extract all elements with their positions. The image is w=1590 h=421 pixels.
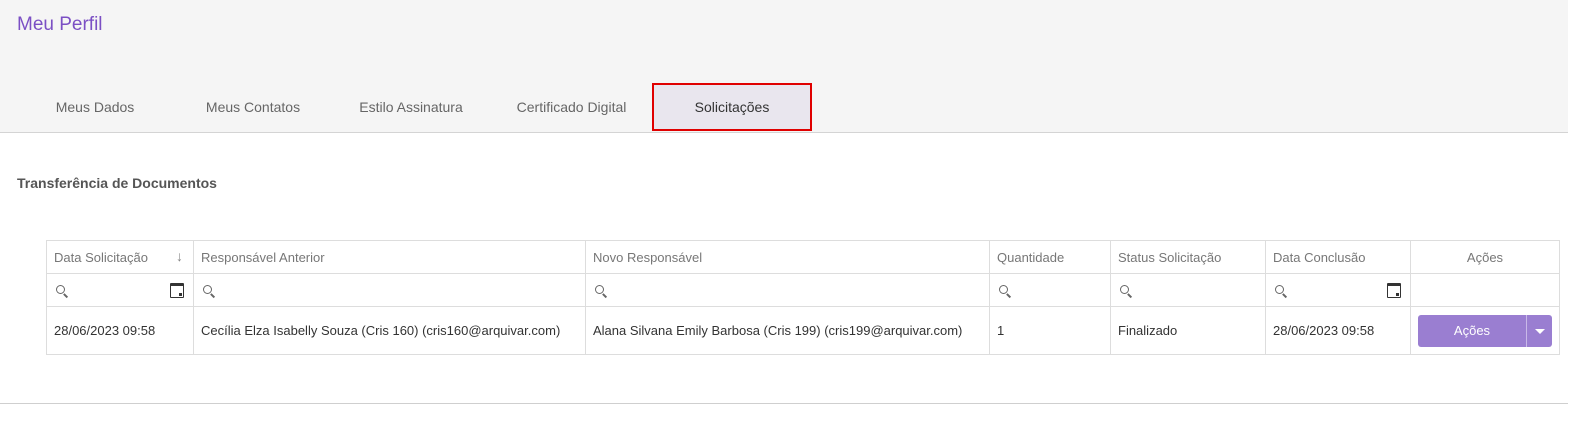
content-panel: Transferência de Documentos Data Solicit… bbox=[0, 133, 1568, 404]
search-icon bbox=[203, 284, 216, 298]
page-title: Meu Perfil bbox=[17, 14, 103, 35]
search-icon bbox=[999, 284, 1012, 298]
caret-down-icon[interactable] bbox=[1526, 314, 1552, 347]
tab-meus-contatos[interactable]: Meus Contatos bbox=[188, 83, 318, 131]
filter-status[interactable] bbox=[1110, 273, 1266, 307]
cell-responsavel-anterior: Cecília Elza Isabelly Souza (Cris 160) (… bbox=[193, 306, 586, 355]
cell-novo-responsavel: Alana Silvana Emily Barbosa (Cris 199) (… bbox=[585, 306, 990, 355]
filter-responsavel-anterior[interactable] bbox=[193, 273, 586, 307]
search-icon bbox=[56, 284, 69, 298]
column-header-quantidade[interactable]: Quantidade bbox=[989, 240, 1111, 274]
calendar-icon[interactable] bbox=[1387, 283, 1401, 298]
filter-data-solicitacao[interactable] bbox=[46, 273, 194, 307]
column-header-data-solicitacao[interactable]: Data Solicitação ↓ bbox=[46, 240, 194, 274]
calendar-icon[interactable] bbox=[170, 283, 184, 298]
column-label: Data Solicitação bbox=[54, 249, 148, 265]
section-title: Transferência de Documentos bbox=[17, 175, 217, 191]
column-header-novo-responsavel[interactable]: Novo Responsável bbox=[585, 240, 990, 274]
tab-certificado-digital[interactable]: Certificado Digital bbox=[505, 83, 638, 131]
search-icon bbox=[1275, 284, 1288, 298]
filter-quantidade[interactable] bbox=[989, 273, 1111, 307]
column-header-status[interactable]: Status Solicitação bbox=[1110, 240, 1266, 274]
tab-meus-dados[interactable]: Meus Dados bbox=[30, 83, 160, 131]
cell-data-conclusao: 28/06/2023 09:58 bbox=[1265, 306, 1411, 355]
column-header-acoes: Ações bbox=[1410, 240, 1560, 274]
actions-button-group: Ações bbox=[1418, 314, 1552, 347]
column-header-responsavel-anterior[interactable]: Responsável Anterior bbox=[193, 240, 586, 274]
requests-table: Data Solicitação ↓ Responsável Anterior … bbox=[46, 240, 1560, 355]
table-row[interactable]: 28/06/2023 09:58 Cecília Elza Isabelly S… bbox=[46, 306, 1560, 355]
search-icon bbox=[1120, 284, 1133, 298]
table-header-row: Data Solicitação ↓ Responsável Anterior … bbox=[46, 240, 1560, 274]
cell-quantidade: 1 bbox=[989, 306, 1111, 355]
cell-status: Finalizado bbox=[1110, 306, 1266, 355]
cell-data-solicitacao: 28/06/2023 09:58 bbox=[46, 306, 194, 355]
tab-estilo-assinatura[interactable]: Estilo Assinatura bbox=[346, 83, 476, 131]
filter-row bbox=[46, 273, 1560, 307]
filter-data-conclusao[interactable] bbox=[1265, 273, 1411, 307]
header-area: Meu Perfil Meus Dados Meus Contatos Esti… bbox=[0, 0, 1568, 133]
cell-acoes: Ações bbox=[1410, 306, 1560, 355]
filter-novo-responsavel[interactable] bbox=[585, 273, 990, 307]
column-header-data-conclusao[interactable]: Data Conclusão bbox=[1265, 240, 1411, 274]
filter-acoes-empty bbox=[1410, 273, 1560, 307]
tab-solicitacoes[interactable]: Solicitações bbox=[652, 83, 812, 131]
sort-down-arrow-icon[interactable]: ↓ bbox=[176, 248, 183, 264]
actions-button[interactable]: Ações bbox=[1418, 314, 1526, 347]
search-icon bbox=[595, 284, 608, 298]
